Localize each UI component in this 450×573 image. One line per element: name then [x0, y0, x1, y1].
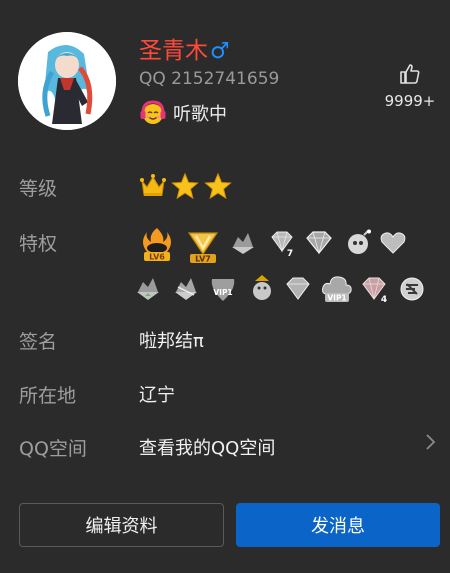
status[interactable]: 听歌中 — [139, 99, 227, 127]
gray-crown-badge-icon[interactable] — [229, 229, 257, 257]
gray-crown-badge-icon[interactable] — [172, 275, 200, 303]
vip1-badge-icon[interactable]: VIP1 — [208, 275, 238, 303]
privilege-label: 特权 — [19, 233, 58, 255]
game-emblem-badge-icon[interactable] — [398, 275, 426, 303]
vip1-badge-text: VIP1 — [213, 288, 232, 297]
diamond-7-badge-icon[interactable]: 7 — [267, 229, 297, 257]
edit-profile-button[interactable]: 编辑资料 — [19, 503, 224, 547]
male-gender-icon: ♂ — [210, 39, 230, 64]
nickname: 圣青木♂ — [139, 36, 230, 67]
signature-label: 签名 — [19, 331, 58, 353]
vip1-cloud-badge-text: VIP1 — [327, 294, 346, 303]
diamond-7-badge-text: 7 — [287, 249, 293, 257]
star-icon — [171, 172, 199, 200]
gray-penguin-badge-icon[interactable] — [248, 274, 276, 302]
qzone-label: QQ空间 — [19, 438, 87, 460]
bomb-face-badge-icon[interactable] — [345, 229, 373, 257]
send-message-button[interactable]: 发消息 — [236, 503, 440, 547]
lv7-vip-badge-icon[interactable]: LV7 — [186, 228, 220, 264]
avatar-anime-girl-icon — [18, 32, 116, 130]
level-label: 等级 — [19, 178, 58, 200]
gray-diamond-badge-icon[interactable] — [304, 229, 334, 257]
like-count: 9999+ — [384, 92, 436, 110]
qq-number: QQ 2152741659 — [139, 69, 280, 89]
gray-green-crown-badge-icon[interactable] — [134, 275, 162, 303]
pink-diamond-4-badge-text: 4 — [381, 295, 387, 303]
lv7-badge-text: LV7 — [195, 255, 211, 264]
pink-diamond-4-badge-icon[interactable]: 4 — [360, 275, 390, 303]
like-button[interactable]: 9999+ — [378, 62, 442, 110]
qzone-link[interactable]: 查看我的QQ空间 — [139, 434, 275, 460]
thumbs-up-icon — [400, 64, 420, 84]
signature-value: 啦邦结π — [139, 331, 204, 352]
vip1-cloud-badge-icon[interactable]: VIP1 — [321, 274, 353, 304]
nickname-text: 圣青木 — [139, 38, 208, 64]
lv6-badge-text: LV6 — [149, 253, 165, 262]
lv6-flame-badge-icon[interactable]: LV6 — [141, 226, 173, 262]
star-icon — [204, 172, 232, 200]
headphones-emoji-icon — [140, 100, 166, 124]
chevron-right-icon[interactable] — [424, 432, 436, 457]
gray-gem-badge-icon[interactable] — [284, 275, 312, 303]
avatar[interactable] — [18, 32, 116, 130]
location-value: 辽宁 — [139, 385, 175, 406]
level-icons[interactable] — [139, 172, 233, 200]
gray-heart-badge-icon[interactable] — [379, 229, 407, 257]
location-label: 所在地 — [19, 385, 77, 407]
status-text: 听歌中 — [173, 104, 227, 125]
crown-icon — [140, 174, 166, 196]
